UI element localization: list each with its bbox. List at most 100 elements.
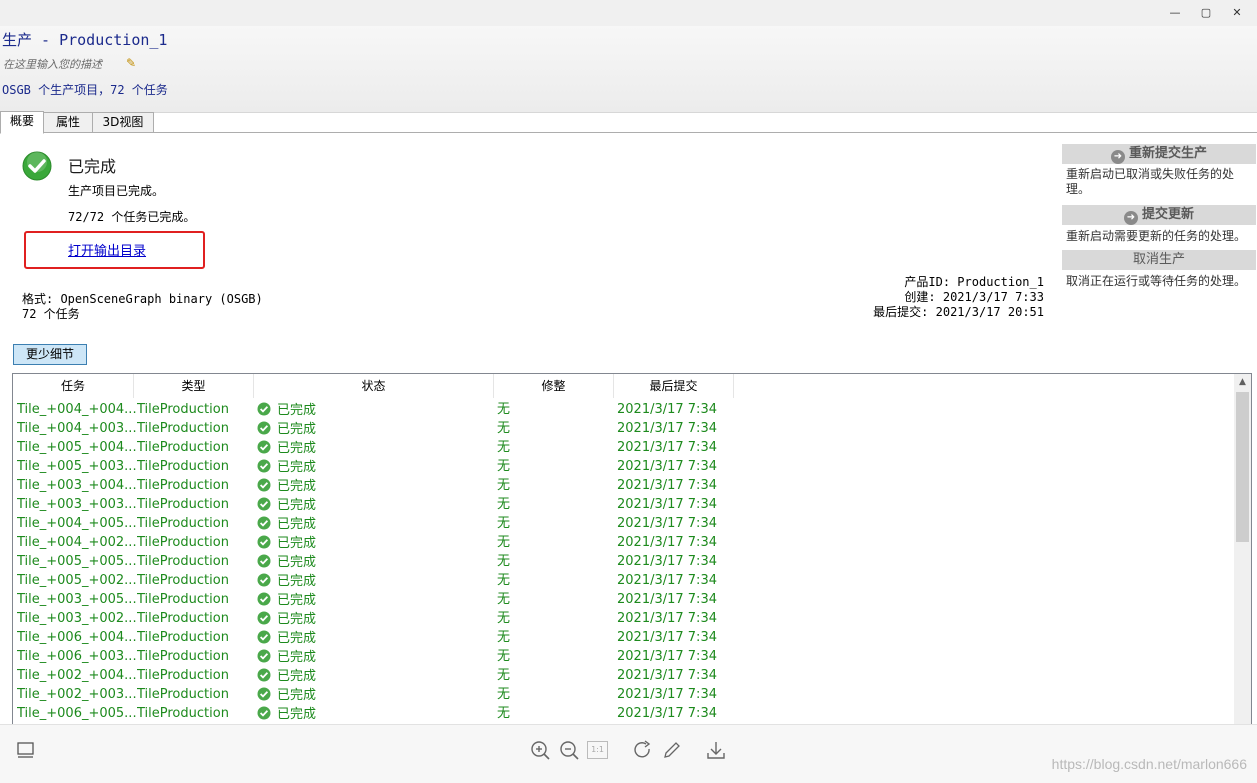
cell-retouch: 无 — [497, 687, 511, 702]
table-row[interactable]: Tile_+006_+004... TileProduction 已完成 无 2021/… — [13, 628, 733, 647]
done-check-icon — [257, 440, 271, 454]
status-label: 已完成 — [277, 669, 317, 684]
done-check-icon — [257, 573, 271, 587]
zoom-in-icon[interactable] — [529, 739, 551, 761]
download-icon[interactable] — [705, 739, 727, 761]
cell-task: Tile_+005_+002... — [17, 573, 137, 588]
cell-status: 已完成 — [257, 400, 316, 420]
cell-retouch: 无 — [497, 421, 511, 436]
status-label: 已完成 — [277, 460, 317, 475]
status-label: 已完成 — [277, 631, 317, 646]
status-label: 已完成 — [277, 441, 317, 456]
submit-update-button[interactable]: ➜ 提交更新 — [1062, 205, 1256, 225]
status-label: 已完成 — [277, 422, 317, 437]
scroll-up-icon[interactable]: ▲ — [1234, 374, 1251, 391]
cell-task: Tile_+004_+002... — [17, 535, 137, 550]
maximize-button[interactable]: ▢ — [1191, 0, 1221, 26]
table-row[interactable]: Tile_+005_+003... TileProduction 已完成 无 2021/… — [13, 457, 733, 476]
status-label: 已完成 — [277, 593, 317, 608]
cell-retouch: 无 — [497, 573, 511, 588]
cell-retouch: 无 — [497, 592, 511, 607]
cell-status: 已完成 — [257, 666, 316, 686]
table-row[interactable]: Tile_+005_+004... TileProduction 已完成 无 2021/… — [13, 438, 733, 457]
table-row[interactable]: Tile_+003_+004... TileProduction 已完成 无 2021/… — [13, 476, 733, 495]
edit-icon[interactable] — [661, 739, 683, 761]
update-description: 重新启动需要更新的任务的处理。 — [1066, 229, 1247, 243]
cell-status: 已完成 — [257, 590, 316, 610]
cell-retouch: 无 — [497, 402, 511, 417]
vertical-scrollbar[interactable]: ▲ — [1234, 374, 1251, 724]
tab-overview[interactable]: 概要 — [0, 111, 44, 134]
column-status[interactable]: 状态 — [254, 374, 494, 398]
cell-task: Tile_+004_+005... — [17, 516, 137, 531]
zoom-out-icon[interactable] — [558, 739, 580, 761]
minimize-button[interactable]: — — [1160, 0, 1190, 26]
done-check-icon — [257, 402, 271, 416]
actual-size-icon[interactable]: 1:1 — [587, 741, 608, 759]
cell-last-submit: 2021/3/17 7:34 — [617, 668, 717, 683]
table-row[interactable]: Tile_+004_+005... TileProduction 已完成 无 2021/… — [13, 514, 733, 533]
table-header: 任务 类型 状态 修整 最后提交 — [13, 374, 734, 398]
resubmit-production-button[interactable]: ➜ 重新提交生产 — [1062, 144, 1256, 164]
tasks-count: 72 个任务 — [22, 307, 80, 321]
cell-retouch: 无 — [497, 478, 511, 493]
table-row[interactable]: Tile_+002_+004... TileProduction 已完成 无 2021/… — [13, 666, 733, 685]
open-output-folder-link[interactable]: 打开输出目录 — [68, 240, 146, 259]
table-row[interactable]: Tile_+003_+003... TileProduction 已完成 无 2021/… — [13, 495, 733, 514]
cell-last-submit: 2021/3/17 7:34 — [617, 611, 717, 626]
table-row[interactable]: Tile_+006_+005... TileProduction 已完成 无 2021/… — [13, 704, 733, 723]
cell-status: 已完成 — [257, 438, 316, 458]
cell-retouch: 无 — [497, 611, 511, 626]
status-label: 已完成 — [277, 612, 317, 627]
cell-last-submit: 2021/3/17 7:34 — [617, 649, 717, 664]
table-row[interactable]: Tile_+004_+002... TileProduction 已完成 无 2021/… — [13, 533, 733, 552]
cell-task: Tile_+005_+005... — [17, 554, 137, 569]
description-field[interactable]: 在这里输入您的描述 — [3, 56, 102, 72]
panel-icon[interactable] — [15, 739, 37, 761]
arrow-right-icon: ➜ — [1110, 150, 1125, 164]
cell-status: 已完成 — [257, 685, 316, 705]
cell-type: TileProduction — [137, 535, 229, 550]
status-label: 已完成 — [277, 688, 317, 703]
table-row[interactable]: Tile_+005_+005... TileProduction 已完成 无 2021/… — [13, 552, 733, 571]
table-row[interactable]: Tile_+006_+003... TileProduction 已完成 无 2021/… — [13, 647, 733, 666]
less-details-button[interactable]: 更少细节 — [13, 344, 87, 365]
cell-last-submit: 2021/3/17 7:34 — [617, 592, 717, 607]
status-label: 已完成 — [277, 517, 317, 532]
cell-status: 已完成 — [257, 533, 316, 553]
done-check-icon — [257, 649, 271, 663]
cell-last-submit: 2021/3/17 7:34 — [617, 478, 717, 493]
table-row[interactable]: Tile_+002_+003... TileProduction 已完成 无 2021/… — [13, 685, 733, 704]
close-button[interactable]: ✕ — [1222, 0, 1252, 26]
tab-properties[interactable]: 属性 — [43, 112, 93, 132]
tab-3d-view[interactable]: 3D视图 — [92, 112, 154, 132]
column-last-submit[interactable]: 最后提交 — [614, 374, 734, 398]
column-task[interactable]: 任务 — [13, 374, 134, 398]
cell-type: TileProduction — [137, 402, 229, 417]
cell-status: 已完成 — [257, 552, 316, 572]
cell-type: TileProduction — [137, 421, 229, 436]
cell-last-submit: 2021/3/17 7:34 — [617, 497, 717, 512]
table-row[interactable]: Tile_+005_+002... TileProduction 已完成 无 2021/… — [13, 571, 733, 590]
column-type[interactable]: 类型 — [134, 374, 254, 398]
rotate-icon[interactable] — [632, 739, 654, 761]
done-check-icon — [257, 421, 271, 435]
table-row[interactable]: Tile_+004_+003... TileProduction 已完成 无 2021/… — [13, 419, 733, 438]
scrollbar-thumb[interactable] — [1236, 392, 1249, 542]
pencil-icon[interactable]: ✎ — [126, 56, 136, 70]
done-check-icon — [257, 459, 271, 473]
cell-task: Tile_+002_+003... — [17, 687, 137, 702]
arrow-right-icon: ➜ — [1123, 211, 1138, 225]
status-title: 已完成 — [68, 157, 117, 176]
cell-type: TileProduction — [137, 706, 229, 721]
cancel-production-button[interactable]: 取消生产 — [1062, 250, 1256, 270]
done-check-icon — [257, 668, 271, 682]
column-retouch[interactable]: 修整 — [494, 374, 614, 398]
table-row[interactable]: Tile_+004_+004... TileProduction 已完成 无 2021/… — [13, 400, 733, 419]
table-row[interactable]: Tile_+003_+005... TileProduction 已完成 无 2021/… — [13, 590, 733, 609]
table-row[interactable]: Tile_+003_+002... TileProduction 已完成 无 2021/… — [13, 609, 733, 628]
cell-retouch: 无 — [497, 440, 511, 455]
cell-retouch: 无 — [497, 649, 511, 664]
status-label: 已完成 — [277, 498, 317, 513]
cell-type: TileProduction — [137, 554, 229, 569]
